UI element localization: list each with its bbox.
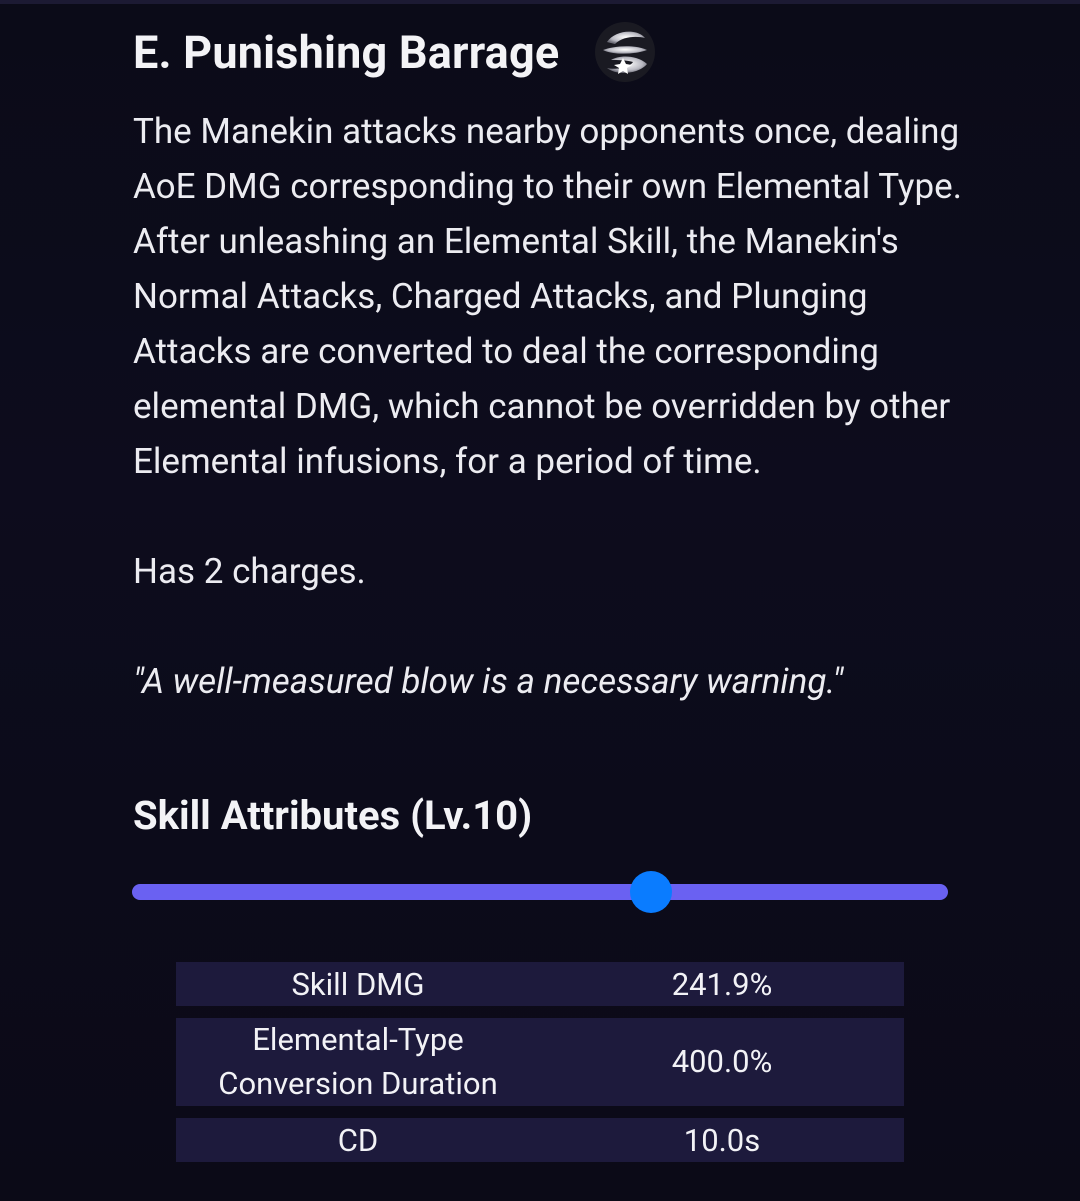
elemental-skill-icon [593, 20, 657, 84]
attributes-table: Skill DMG 241.9% Elemental-Type Conversi… [176, 962, 904, 1174]
attribute-label: CD [337, 1121, 379, 1159]
top-status-strip [0, 0, 1080, 4]
skill-header: E. Punishing Barrage [133, 22, 657, 82]
skill-description: The Manekin attacks nearby opponents onc… [133, 104, 963, 709]
skill-level-slider[interactable] [132, 868, 948, 916]
attribute-label: Elemental-Type Conversion Duration [218, 1021, 498, 1102]
attribute-value: 10.0s [683, 1121, 761, 1159]
attribute-label: Skill DMG [291, 965, 425, 1003]
skill-title: E. Punishing Barrage [133, 25, 560, 79]
charges-text: Has 2 charges. [133, 551, 366, 592]
skill-attributes-title: Skill Attributes (Lv.10) [133, 792, 533, 839]
slider-thumb[interactable] [629, 871, 672, 913]
attribute-value: 241.9% [671, 965, 773, 1003]
table-row: CD 10.0s [176, 1118, 904, 1162]
table-row: Elemental-Type Conversion Duration 400.0… [176, 1018, 904, 1106]
description-main: The Manekin attacks nearby opponents onc… [133, 111, 962, 482]
table-row: Skill DMG 241.9% [176, 962, 904, 1006]
flavor-quote: "A well-measured blow is a necessary war… [133, 661, 844, 702]
slider-track[interactable] [132, 884, 948, 900]
attribute-value: 400.0% [671, 1043, 773, 1080]
